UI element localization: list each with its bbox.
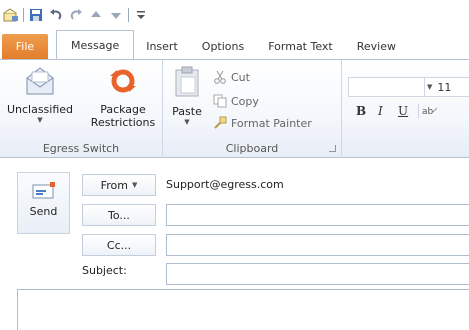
tab-format-text[interactable]: Format Text bbox=[256, 34, 345, 59]
copy-icon bbox=[213, 94, 231, 108]
cc-button[interactable]: Cc... bbox=[82, 234, 156, 256]
unclassified-label: Unclassified bbox=[6, 103, 74, 116]
copy-button[interactable]: Copy bbox=[213, 93, 259, 109]
redo-icon[interactable] bbox=[68, 7, 84, 23]
cc-field[interactable] bbox=[166, 234, 469, 256]
italic-button[interactable]: I bbox=[378, 104, 383, 118]
paste-icon bbox=[169, 66, 205, 101]
egress-switch-group: Unclassified ▼ Package Restrictions Egre… bbox=[0, 60, 163, 158]
format-painter-icon bbox=[213, 116, 231, 130]
quick-access-toolbar bbox=[0, 0, 469, 30]
paste-label: Paste bbox=[172, 105, 202, 118]
subject-field[interactable] bbox=[166, 263, 469, 285]
highlight-icon[interactable]: ab bbox=[418, 104, 438, 118]
tab-message[interactable]: Message bbox=[56, 30, 135, 59]
cut-button[interactable]: Cut bbox=[213, 69, 250, 85]
font-size-value: 11 bbox=[437, 80, 452, 94]
package-label-line1: Package bbox=[100, 103, 146, 116]
chevron-down-icon: ▼ bbox=[131, 181, 138, 189]
to-button[interactable]: To... bbox=[82, 204, 156, 226]
dialog-launcher-icon[interactable] bbox=[329, 145, 336, 152]
scissors-icon bbox=[213, 70, 231, 84]
undo-icon[interactable] bbox=[48, 7, 64, 23]
from-label: From bbox=[100, 178, 128, 192]
format-painter-button[interactable]: Format Painter bbox=[213, 115, 312, 131]
send-label: Send bbox=[29, 205, 58, 218]
package-label-line2: Restrictions bbox=[90, 116, 156, 129]
egress-switch-group-label: Egress Switch bbox=[42, 142, 120, 155]
tab-review[interactable]: Review bbox=[345, 34, 408, 59]
bold-button[interactable]: B bbox=[356, 104, 366, 118]
font-size-box[interactable]: ▼ 11 bbox=[424, 77, 469, 97]
font-group: ▼ 11 B I U ab bbox=[342, 60, 469, 158]
from-button[interactable]: From ▼ bbox=[82, 174, 156, 196]
copy-label: Copy bbox=[231, 94, 259, 108]
toolbar-separator bbox=[23, 8, 24, 22]
ribbon: Unclassified ▼ Package Restrictions Egre… bbox=[0, 59, 469, 158]
chevron-down-icon: ▼ bbox=[184, 118, 190, 126]
chevron-down-icon: ▼ bbox=[37, 116, 43, 124]
tab-options[interactable]: Options bbox=[190, 34, 256, 59]
compose-area: Send From ▼ Support@egress.com To... Cc.… bbox=[0, 158, 469, 330]
from-address: Support@egress.com bbox=[166, 178, 284, 191]
tab-file[interactable]: File bbox=[2, 34, 48, 59]
tab-insert[interactable]: Insert bbox=[134, 34, 190, 59]
unclassified-button[interactable]: Unclassified ▼ bbox=[2, 66, 78, 124]
up-icon[interactable] bbox=[88, 7, 104, 23]
mailbox-icon[interactable] bbox=[3, 7, 19, 23]
subject-label: Subject: bbox=[82, 264, 127, 277]
package-restrictions-icon bbox=[84, 66, 162, 99]
message-body[interactable] bbox=[17, 289, 469, 330]
customize-icon[interactable] bbox=[133, 7, 149, 23]
save-icon[interactable] bbox=[28, 7, 44, 23]
underline-button[interactable]: U bbox=[398, 104, 408, 118]
clipboard-group: Paste ▼ Cut Copy Format Painter Clipboar… bbox=[163, 60, 342, 158]
send-button[interactable]: Send bbox=[17, 172, 70, 234]
paste-button[interactable]: Paste ▼ bbox=[169, 66, 205, 126]
to-field[interactable] bbox=[166, 204, 469, 226]
clipboard-group-label: Clipboard bbox=[225, 142, 279, 155]
svg-text:ab: ab bbox=[422, 107, 434, 117]
package-restrictions-button[interactable]: Package Restrictions bbox=[84, 66, 162, 129]
envelope-icon bbox=[2, 66, 78, 99]
toolbar-separator bbox=[128, 8, 129, 22]
down-icon[interactable] bbox=[108, 7, 124, 23]
format-painter-label: Format Painter bbox=[231, 116, 312, 130]
chevron-down-icon: ▼ bbox=[427, 83, 433, 91]
ribbon-tabs: File Message Insert Options Format Text … bbox=[0, 30, 469, 59]
cut-label: Cut bbox=[231, 70, 250, 84]
send-icon bbox=[18, 182, 69, 203]
